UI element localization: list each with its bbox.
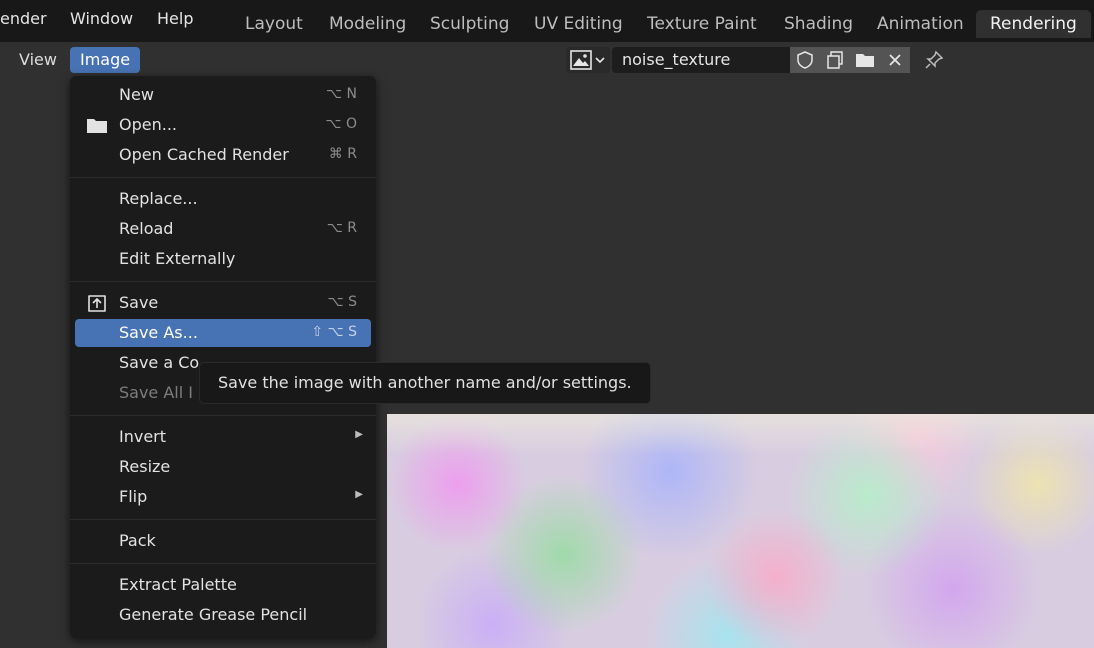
shield-icon [797, 51, 813, 69]
menu-item-new[interactable]: New ⌥ N [75, 81, 371, 109]
menu-item-shortcut: ⌘ R [328, 146, 357, 162]
image-menu[interactable]: Image [70, 47, 141, 73]
noise-texture-image [387, 414, 1094, 648]
image-menu-dropdown: New ⌥ N Open... ⌥ O Open Cached Render ⌘… [70, 76, 376, 638]
top-bar: ender Window Help Layout Modeling Sculpt… [0, 0, 1094, 42]
tab-layout[interactable]: Layout [231, 10, 317, 38]
menu-item-label: Save As... [119, 323, 198, 342]
menu-item-label: Extract Palette [119, 575, 237, 594]
menu-item-label: Reload [119, 219, 174, 238]
menu-item-label: Resize [119, 457, 171, 476]
menu-item-extract-palette[interactable]: Extract Palette [75, 571, 371, 599]
menu-item-label: New [119, 85, 154, 104]
blender-window: ender Window Help Layout Modeling Sculpt… [0, 0, 1094, 648]
tab-sculpting[interactable]: Sculpting [416, 10, 523, 38]
menu-separator [70, 563, 376, 564]
menu-item-label: Open... [119, 115, 177, 134]
menu-help[interactable]: Help [157, 9, 193, 28]
menu-separator [70, 177, 376, 178]
view-menu[interactable]: View [9, 47, 67, 73]
menu-item-shortcut: ⌥ N [325, 86, 357, 102]
menu-render[interactable]: ender [0, 9, 47, 28]
menu-separator [70, 519, 376, 520]
tab-modeling[interactable]: Modeling [315, 10, 420, 38]
tab-shading[interactable]: Shading [770, 10, 867, 38]
menu-item-save-as[interactable]: Save As... ⇧ ⌥ S [75, 319, 371, 347]
menu-item-shortcut: ⌥ R [326, 220, 357, 236]
menu-item-pack[interactable]: Pack [75, 527, 371, 555]
pin-button[interactable] [920, 47, 948, 73]
submenu-arrow-icon: ▶ [355, 489, 363, 500]
unlink-image-button[interactable] [880, 47, 910, 73]
image-browse-button[interactable] [566, 47, 610, 73]
menu-item-resize[interactable]: Resize [75, 453, 371, 481]
pin-icon [925, 50, 944, 69]
menu-item-invert[interactable]: Invert ▶ [75, 423, 371, 451]
menu-item-label: Generate Grease Pencil [119, 605, 308, 624]
menu-item-label: Save [119, 293, 159, 312]
menu-item-generate-grease-pencil[interactable]: Generate Grease Pencil [75, 601, 371, 629]
menu-item-label: Flip [119, 487, 148, 506]
menu-item-label: Pack [119, 531, 156, 550]
menu-item-replace[interactable]: Replace... [75, 185, 371, 213]
menu-item-shortcut: ⌥ S [327, 294, 357, 310]
menu-separator [70, 281, 376, 282]
menu-item-label: Edit Externally [119, 249, 236, 268]
submenu-arrow-icon: ▶ [355, 429, 363, 440]
menu-item-open[interactable]: Open... ⌥ O [75, 111, 371, 139]
new-image-button[interactable] [820, 47, 850, 73]
folder-icon [87, 119, 107, 133]
menu-item-label: Replace... [119, 189, 198, 208]
menu-item-edit-externally[interactable]: Edit Externally [75, 245, 371, 273]
fake-user-button[interactable] [790, 47, 820, 73]
menu-item-save[interactable]: Save ⌥ S [75, 289, 371, 317]
duplicate-icon [827, 51, 843, 69]
menu-item-flip[interactable]: Flip ▶ [75, 483, 371, 511]
tooltip: Save the image with another name and/or … [199, 362, 651, 404]
folder-icon [856, 54, 874, 67]
menu-item-shortcut: ⇧ ⌥ S [311, 324, 357, 340]
menu-window[interactable]: Window [70, 9, 133, 28]
menu-item-reload[interactable]: Reload ⌥ R [75, 215, 371, 243]
chevron-down-icon [595, 57, 605, 64]
tab-uv-editing[interactable]: UV Editing [520, 10, 637, 38]
menu-separator [70, 415, 376, 416]
tab-rendering[interactable]: Rendering [976, 10, 1091, 38]
save-icon [88, 295, 106, 312]
close-icon [889, 54, 901, 66]
open-image-button[interactable] [850, 47, 880, 73]
menu-item-open-cached-render[interactable]: Open Cached Render ⌘ R [75, 141, 371, 169]
tab-texture-paint[interactable]: Texture Paint [633, 10, 771, 38]
menu-item-label: Invert [119, 427, 167, 446]
image-icon [570, 50, 592, 70]
menu-item-label: Save All I [119, 383, 193, 402]
menu-item-label: Open Cached Render [119, 145, 289, 164]
image-name-field[interactable]: noise_texture [612, 47, 790, 73]
tab-animation[interactable]: Animation [863, 10, 978, 38]
menu-item-shortcut: ⌥ O [325, 116, 357, 132]
menu-item-label: Save a Co [119, 353, 200, 372]
